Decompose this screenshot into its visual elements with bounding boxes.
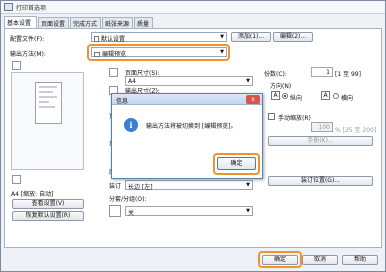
add-profile-button[interactable]: 添加(1)... [231,32,271,42]
dialog-message: 输出方法将被切换到 [编辑预览]。 [146,123,237,130]
info-icon: i [124,118,138,132]
separate-value: 关 [128,210,135,217]
info-dialog: 信息 x i 输出方法将被切换到 [编辑预览]。 确定 [111,93,263,179]
separate-label: 分套/分组(O): [109,196,147,203]
copies-range: [1 至 99] [335,71,361,78]
dialog-title: 信息 [116,98,129,105]
copies-label: 份数(C): [264,71,287,78]
copies-value: 1 [326,69,330,76]
separate-select[interactable]: 关 ▼ [125,206,253,217]
profile-select[interactable]: 默认设置 ▼ [91,32,227,43]
page-size-select[interactable]: A4 ▼ [125,76,253,86]
output-method-label: 输出方法(M): [10,51,46,58]
page-size-value: A4 [128,78,136,85]
chevron-down-icon: ▼ [246,208,250,214]
profile-icon [94,36,99,42]
dialog-ok-button[interactable]: 确定 [217,157,256,170]
manual-scale-checkbox[interactable] [268,113,275,120]
portrait-icon: A [271,91,280,100]
staple-value: 长边 [左] [128,184,153,191]
close-icon[interactable]: x [246,95,260,104]
portrait-radio[interactable] [282,93,288,99]
binding-location-button[interactable]: 装订位置(G)... [268,176,373,186]
title-bar: 打印首选项 [1,1,385,14]
ok-button[interactable]: 确定 [262,255,298,265]
edit-profile-button[interactable]: 编辑(2)... [273,32,313,42]
view-settings-button[interactable]: 查看设置(V) [12,199,84,209]
staple-label: 装订 [109,183,122,190]
landscape-radio[interactable] [333,93,339,99]
output-method-select[interactable]: 编辑预览 ▼ [91,47,227,58]
profile-value: 默认设置 [101,36,126,43]
chevron-down-icon: ▼ [220,34,224,40]
tab-finishing[interactable]: 完成方式 [70,17,101,28]
manual-scale-range: % [25 至 200] [335,127,377,134]
chevron-down-icon: ▼ [220,49,224,55]
separate-icon [109,205,121,217]
tab-quality[interactable]: 质量 [134,17,153,28]
manual-scale-spinner[interactable]: 100 [311,122,333,132]
landscape-icon: A [321,91,330,100]
cancel-button[interactable]: 取消 [302,255,338,265]
profile-label: 配置文件(F): [10,36,45,43]
output-method-value: 编辑预览 [102,51,127,58]
restore-defaults-button[interactable]: 恢复默认设置(R) [12,211,84,221]
printer-icon [4,3,13,11]
manual-scale-value: 100 [318,124,330,131]
manual-scale-label: 手动缩放(R) [278,115,311,122]
landscape-label: 横向 [341,95,354,102]
chevron-down-icon: ▼ [246,182,250,188]
staple-select[interactable]: 长边 [左] ▼ [125,180,253,191]
tab-basic-settings[interactable]: 基本设置 [4,16,37,28]
orientation-label: 方向(N) [270,83,292,90]
layout-view-icon[interactable] [12,61,21,70]
edit-preview-icon [94,52,100,57]
preview-info: A4 [缩放: 自动] [11,191,54,198]
page-size-icon [109,68,118,77]
tab-paper-source[interactable]: 纸张来源 [102,17,133,28]
dialog-title-bar: 信息 x [112,94,262,105]
copies-spinner[interactable]: 1 [311,67,333,77]
page-preview [11,72,84,170]
window-title: 打印首选项 [16,5,47,12]
portrait-label: 纵向 [290,95,303,102]
print-preferences-window: 打印首选项 基本设置 页面设置 完成方式 纸张来源 质量 配置文件(F): 默认… [0,0,386,272]
copies-view-icon[interactable] [12,175,21,184]
booklet-button[interactable]: 手册(K)... [268,136,373,146]
help-button[interactable]: 帮助 [342,255,378,265]
chevron-down-icon: ▼ [246,78,250,84]
tab-page-setup[interactable]: 页面设置 [38,17,69,28]
preview-page [35,82,62,124]
